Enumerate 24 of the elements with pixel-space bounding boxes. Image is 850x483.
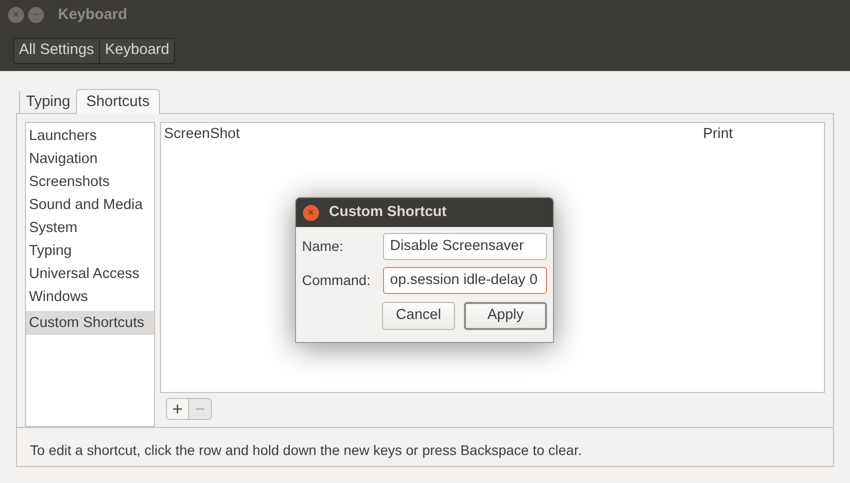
add-button[interactable]: +: [166, 398, 189, 420]
category-item[interactable]: Universal Access: [26, 263, 154, 286]
category-item[interactable]: Custom Shortcuts: [26, 311, 154, 335]
category-item[interactable]: Navigation: [26, 148, 154, 171]
category-item[interactable]: Screenshots: [26, 171, 154, 194]
category-item[interactable]: Windows: [26, 286, 154, 309]
dialog-title: Custom Shortcut: [329, 202, 447, 222]
window-title: Keyboard: [58, 4, 128, 25]
dialog-button[interactable]: Apply: [464, 302, 547, 330]
help-text: To edit a shortcut, click the row and hold down the new keys or press Backspace to clear.: [30, 442, 582, 458]
breadcrumb-button[interactable]: Keyboard: [99, 38, 174, 62]
field-label: Name:: [302, 237, 344, 256]
breadcrumb-button[interactable]: All Settings: [14, 38, 100, 62]
category-item[interactable]: Launchers: [26, 125, 154, 148]
shortcut-action[interactable]: ScreenShot: [161, 125, 703, 144]
category-item[interactable]: System: [26, 217, 154, 240]
category-item[interactable]: Typing: [26, 240, 154, 263]
tab[interactable]: Shortcuts: [76, 89, 160, 114]
dialog-button[interactable]: Cancel: [382, 302, 455, 330]
input-field[interactable]: op.session idle-delay 0: [383, 267, 547, 294]
input-field[interactable]: Disable Screensaver: [383, 233, 547, 260]
category-item[interactable]: Sound and Media: [26, 194, 154, 217]
field-label: Command:: [302, 271, 370, 290]
shortcut-keys[interactable]: Print: [703, 125, 733, 144]
